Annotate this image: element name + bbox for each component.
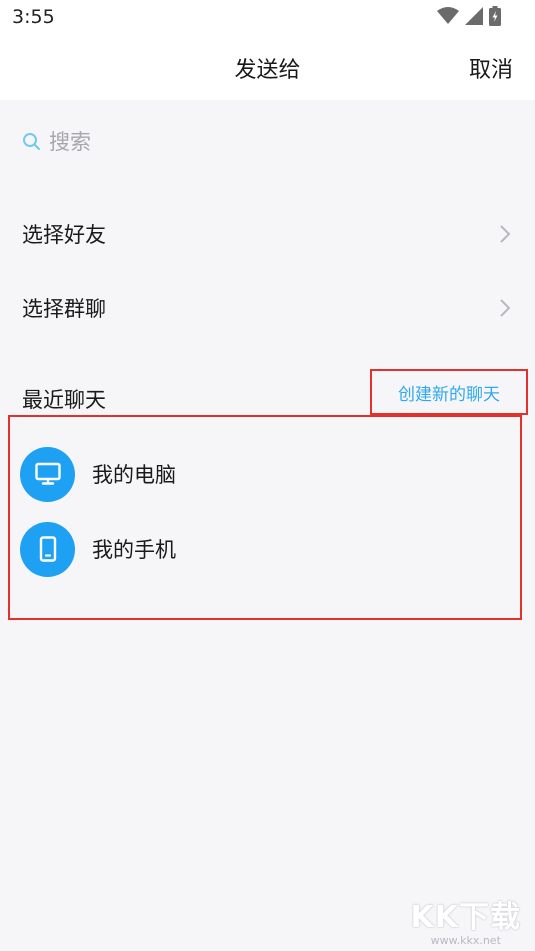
wifi-icon	[437, 7, 459, 24]
create-new-chat-button[interactable]: 创建新的聊天	[370, 369, 528, 415]
avatar	[20, 446, 75, 502]
monitor-icon	[34, 462, 61, 485]
select-groups-row[interactable]: 选择群聊	[0, 278, 535, 338]
avatar	[20, 521, 75, 577]
recent-chats-title: 最近聊天	[22, 388, 106, 412]
battery-icon	[489, 6, 501, 26]
nav-header: 发送给 取消	[0, 36, 535, 100]
select-groups-label: 选择群聊	[22, 297, 106, 321]
create-new-chat-label: 创建新的聊天	[398, 384, 500, 405]
select-friends-row[interactable]: 选择好友	[0, 204, 535, 264]
signal-icon	[465, 7, 483, 25]
chevron-right-icon	[500, 225, 511, 243]
page-title: 发送给	[234, 58, 301, 83]
contact-item-my-phone[interactable]: 我的手机	[20, 521, 176, 577]
search-bar[interactable]: 搜索	[22, 126, 91, 156]
system-icons	[437, 6, 501, 26]
select-friends-label: 选择好友	[22, 223, 106, 247]
search-placeholder: 搜索	[49, 130, 91, 154]
watermark: KK下载 www.kkx.net	[411, 892, 522, 947]
search-icon	[23, 132, 40, 150]
status-bar: 3:55	[0, 0, 535, 36]
contact-item-my-computer[interactable]: 我的电脑	[20, 446, 176, 502]
cancel-button[interactable]: 取消	[469, 52, 513, 84]
status-time: 3:55	[12, 6, 55, 28]
watermark-logo: KK下载	[410, 900, 521, 935]
phone-icon	[39, 536, 56, 562]
contact-name: 我的电脑	[92, 463, 176, 487]
contact-name: 我的手机	[92, 538, 176, 562]
chevron-right-icon	[500, 299, 511, 317]
